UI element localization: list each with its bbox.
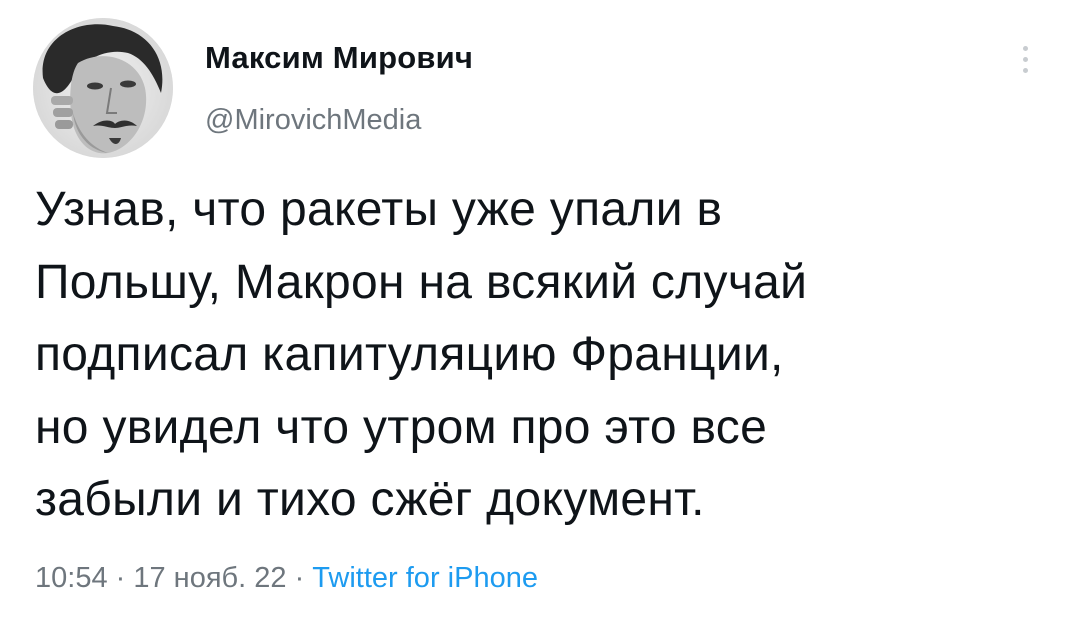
meta-separator: ·	[286, 562, 313, 594]
more-vertical-icon[interactable]	[1012, 40, 1040, 80]
tweet-text: Узнав, что ракеты уже упали в Польшу, Ма…	[35, 174, 1045, 537]
author-handle[interactable]: @MirovichMedia	[205, 104, 421, 137]
tweet-time[interactable]: 10:54	[35, 562, 108, 594]
avatar[interactable]	[33, 18, 173, 158]
tweet-card: Максим Мирович @MirovichMedia Узнав, что…	[0, 0, 1080, 641]
tweet-text-line: подписал капитуляцию Франции,	[35, 328, 784, 381]
tweet-text-line: Узнав, что ракеты уже упали в	[35, 183, 723, 236]
tweet-meta: 10:54 · 17 нояб. 22 · Twitter for iPhone	[35, 562, 538, 595]
tweet-date[interactable]: 17 нояб. 22	[133, 562, 286, 594]
tweet-text-line: но увидел что утром про это все	[35, 400, 768, 454]
tweet-text-line: Польшу, Макрон на всякий случай	[35, 255, 808, 309]
tweet-text-line: забыли и тихо сжёг документ.	[35, 473, 705, 526]
author-name[interactable]: Максим Мирович	[205, 40, 473, 76]
tweet-source-link[interactable]: Twitter for iPhone	[312, 562, 538, 594]
meta-separator: ·	[107, 562, 134, 594]
avatar-photo	[33, 18, 173, 158]
